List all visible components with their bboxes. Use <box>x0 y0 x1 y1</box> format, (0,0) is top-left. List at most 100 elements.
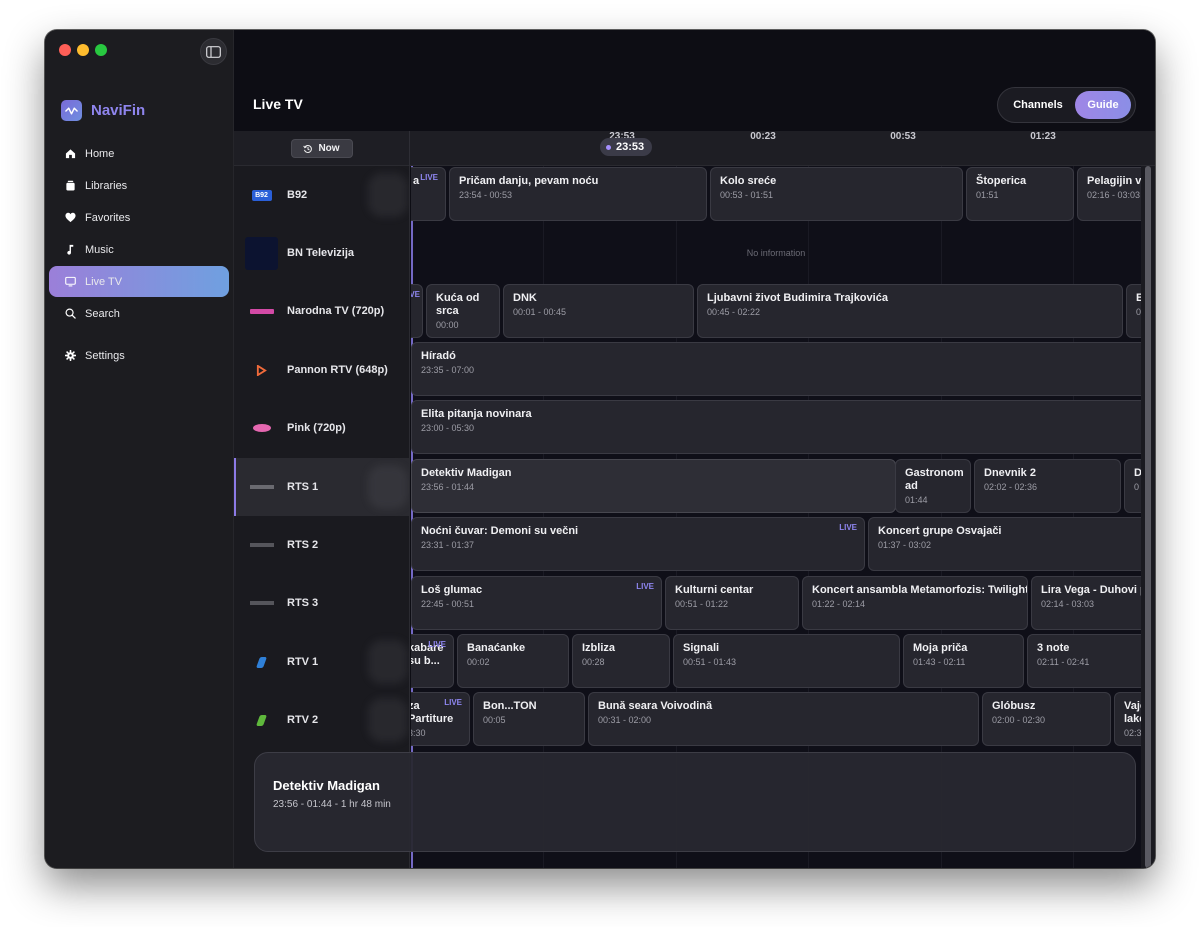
channel-logo: B92 <box>245 179 278 212</box>
search-icon <box>65 308 76 319</box>
channel-row-b92[interactable]: B92 B92 <box>234 166 409 224</box>
program-cell[interactable]: Moja priča 01:43 - 02:11 <box>903 634 1024 688</box>
sidebar-item-search[interactable]: Search <box>49 298 229 329</box>
channel-name: Pannon RTV (648p) <box>287 364 388 376</box>
tv-icon <box>65 276 76 287</box>
channel-logo <box>245 529 278 562</box>
live-badge: LIVE <box>420 173 438 182</box>
now-cell: Now <box>234 131 410 166</box>
channel-row-rtv-1[interactable]: RTV 1 <box>234 633 409 691</box>
sidebar-toggle-button[interactable] <box>200 38 227 65</box>
program-cell[interactable]: E 0 <box>1126 284 1141 338</box>
sidebar-item-label: Live TV <box>85 275 123 288</box>
music-note-icon <box>65 244 76 255</box>
program-cell[interactable]: Kuća od srca 00:00 <box>426 284 500 338</box>
current-time-label: 23:53 <box>616 141 645 153</box>
close-window-button[interactable] <box>59 44 71 56</box>
sidebar-item-label: Settings <box>85 349 125 362</box>
program-cell[interactable]: Vajo lako 02:3 <box>1114 692 1141 746</box>
live-badge: LIVE <box>636 582 654 591</box>
guide-view-button[interactable]: Guide <box>1075 91 1131 119</box>
jump-to-now-button[interactable]: Now <box>290 139 353 158</box>
channel-logo <box>245 704 278 737</box>
app-window: NaviFin Home Libraries Favorites Music L… <box>45 30 1155 868</box>
program-cell[interactable]: Elita pitanja novinara 23:00 - 05:30 <box>411 400 1141 454</box>
program-cell[interactable]: Pelagijin ve 02:16 - 03:03 <box>1077 167 1141 221</box>
program-cell[interactable]: 3 note 02:11 - 02:41 <box>1027 634 1141 688</box>
sidebar-item-live-tv[interactable]: Live TV <box>49 266 229 297</box>
program-cell[interactable]: Štoperica 01:51 <box>966 167 1074 221</box>
program-cell[interactable]: Loš glumac 22:45 - 00:51 LIVE <box>411 576 662 630</box>
program-cell[interactable]: VE <box>411 284 423 338</box>
minimize-window-button[interactable] <box>77 44 89 56</box>
sidebar-item-label: Favorites <box>85 211 131 224</box>
channel-row-pannon-rtv[interactable]: Pannon RTV (648p) <box>234 341 409 399</box>
program-cell[interactable]: Koncert grupe Osvajači 01:37 - 03:02 <box>868 517 1141 571</box>
channels-view-button[interactable]: Channels <box>1001 91 1075 119</box>
program-cell[interactable]: Bon...TON 00:05 <box>473 692 585 746</box>
program-cell[interactable]: Ljubavni život Budimira Trajkovića 00:45… <box>697 284 1123 338</box>
channel-row-rts-3[interactable]: RTS 3 <box>234 574 409 632</box>
sidebar-item-label: Home <box>85 147 115 160</box>
program-cell[interactable]: za Partiture 3:30 LIVE <box>411 692 470 746</box>
channel-row-bn-televizija[interactable]: BN Televizija <box>234 224 409 282</box>
page-title: Live TV <box>253 96 303 112</box>
scrollbar-thumb[interactable] <box>1145 166 1151 868</box>
vertical-scrollbar[interactable] <box>1141 166 1155 868</box>
live-badge: LIVE <box>428 640 446 649</box>
program-cell[interactable]: Híradó 23:35 - 07:00 <box>411 342 1141 396</box>
detail-subtitle: 23:56 - 01:44 - 1 hr 48 min <box>273 799 391 810</box>
app-logo-icon <box>61 100 82 121</box>
sidebar-item-favorites[interactable]: Favorites <box>49 202 229 233</box>
channel-thumbnail <box>368 698 408 742</box>
channel-name: RTS 1 <box>287 481 319 493</box>
sidebar-item-settings[interactable]: Settings <box>49 340 229 371</box>
channel-name: B92 <box>287 189 308 201</box>
program-cell[interactable]: Koncert ansambla Metamorfozis: Twilight … <box>802 576 1028 630</box>
program-cell[interactable]: Lira Vega - Duhovi pr 02:14 - 03:03 <box>1031 576 1141 630</box>
channel-name: RTS 3 <box>287 597 319 609</box>
brand: NaviFin <box>61 100 145 121</box>
channel-logo <box>245 587 278 620</box>
zoom-window-button[interactable] <box>95 44 107 56</box>
program-cell[interactable]: Glóbusz 02:00 - 02:30 <box>982 692 1111 746</box>
house-icon <box>65 148 76 159</box>
channel-name: BN Televizija <box>287 247 355 259</box>
program-cell[interactable]: Gastronom ad 01:44 <box>895 459 971 513</box>
sidebar-toggle-icon <box>206 45 221 58</box>
program-cell-selected[interactable]: Detektiv Madigan 23:56 - 01:44 <box>411 459 896 513</box>
channel-row-rts-2[interactable]: RTS 2 <box>234 516 409 574</box>
program-cell[interactable]: Bună seara Voivodină 00:31 - 02:00 <box>588 692 979 746</box>
sidebar-item-libraries[interactable]: Libraries <box>49 170 229 201</box>
now-button-label: Now <box>318 143 340 154</box>
channel-row-rts-1[interactable]: RTS 1 <box>234 458 409 516</box>
live-badge: LIVE <box>444 698 462 707</box>
time-tick: 00:53 <box>890 131 916 142</box>
main-content: Live TV Channels Guide Now 23:53 00:23 0… <box>234 30 1155 868</box>
program-cell[interactable]: Kolo sreće 00:53 - 01:51 <box>710 167 963 221</box>
program-cell[interactable]: Banaćanke 00:02 <box>457 634 569 688</box>
channel-row-pink[interactable]: Pink (720p) <box>234 399 409 457</box>
program-cell[interactable]: a LIVE <box>411 167 446 221</box>
program-cell[interactable]: D 0 <box>1124 459 1141 513</box>
program-cell[interactable]: DNK 00:01 - 00:45 <box>503 284 694 338</box>
sidebar-item-label: Music <box>85 243 114 256</box>
channel-row-narodna-tv[interactable]: Narodna TV (720p) <box>234 282 409 340</box>
program-cell[interactable]: Izbliza 00:28 <box>572 634 670 688</box>
program-cell[interactable]: Signali 00:51 - 01:43 <box>673 634 900 688</box>
gear-icon <box>65 350 76 361</box>
program-cell[interactable]: Pričam danju, pevam noću 23:54 - 00:53 <box>449 167 707 221</box>
current-time-indicator: 23:53 <box>600 138 653 156</box>
sidebar-item-label: Search <box>85 307 120 320</box>
channel-row-rtv-2[interactable]: RTV 2 <box>234 691 409 749</box>
detail-title: Detektiv Madigan <box>273 778 380 793</box>
history-icon <box>303 144 313 153</box>
channel-name: Pink (720p) <box>287 422 346 434</box>
program-cell[interactable]: kabare su b... LIVE <box>411 634 454 688</box>
program-cell[interactable]: Dnevnik 2 02:02 - 02:36 <box>974 459 1121 513</box>
sidebar-item-home[interactable]: Home <box>49 138 229 169</box>
sidebar-item-music[interactable]: Music <box>49 234 229 265</box>
program-detail-panel[interactable]: Detektiv Madigan 23:56 - 01:44 - 1 hr 48… <box>254 752 1136 852</box>
program-cell[interactable]: Kulturni centar 00:51 - 01:22 <box>665 576 799 630</box>
program-cell[interactable]: Noćni čuvar: Demoni su večni 23:31 - 01:… <box>411 517 865 571</box>
